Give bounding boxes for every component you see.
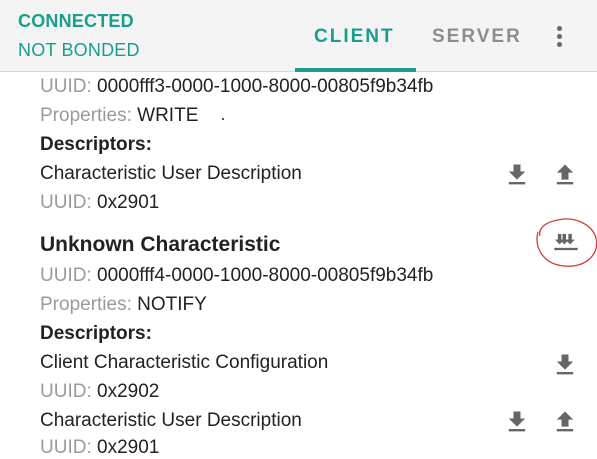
uuid-label: UUID: <box>40 76 92 97</box>
stray-dot <box>222 118 224 120</box>
uuid-label: UUID: <box>40 265 92 286</box>
char1-descriptor-uuid-row: UUID: 0x2901 <box>40 192 159 214</box>
char1-descriptor-name: Characteristic User Description <box>40 163 302 184</box>
bond-status: NOT BONDED <box>18 40 140 60</box>
char1-uuid: 0000fff3-0000-1000-8000-00805f9b34fb <box>97 76 434 97</box>
char1-descriptor-uuid: 0x2901 <box>97 192 160 213</box>
more-vert-icon[interactable] <box>550 24 570 50</box>
char2-descriptor-uuid-row: UUID: 0x2902 <box>40 381 159 403</box>
tab-server[interactable]: SERVER <box>432 26 522 48</box>
app-bar: CONNECTED NOT BONDED CLIENT SERVER <box>0 0 597 72</box>
char2-descriptor2-name: Characteristic User Description <box>40 410 302 431</box>
properties-label: Properties: <box>40 294 132 315</box>
char2-descriptor2-uuid: 0x2901 <box>97 437 160 458</box>
download-icon[interactable] <box>551 351 579 379</box>
char2-descriptor2-uuid-row: UUID: 0x2901 <box>40 437 159 459</box>
download-icon[interactable] <box>503 161 531 189</box>
properties-label: Properties: <box>40 105 132 126</box>
char2-descriptor-name: Client Characteristic Configuration <box>40 352 329 373</box>
char1-uuid-row: UUID: 0000fff3-0000-1000-8000-00805f9b34… <box>40 76 433 98</box>
upload-icon[interactable] <box>551 408 579 436</box>
char2-descriptor-uuid: 0x2902 <box>97 381 160 402</box>
tab-client[interactable]: CLIENT <box>314 26 395 48</box>
notify-multiple-download-icon[interactable] <box>552 228 580 256</box>
char2-uuid: 0000fff4-0000-1000-8000-00805f9b34fb <box>97 265 434 286</box>
uuid-label: UUID: <box>40 437 92 458</box>
char2-descriptors-heading: Descriptors: <box>40 323 152 344</box>
char1-properties-row: Properties: WRITE <box>40 105 198 127</box>
uuid-label: UUID: <box>40 192 92 213</box>
download-icon[interactable] <box>503 408 531 436</box>
uuid-label: UUID: <box>40 381 92 402</box>
upload-icon[interactable] <box>551 161 579 189</box>
connection-status: CONNECTED <box>18 11 134 31</box>
char2-uuid-row: UUID: 0000fff4-0000-1000-8000-00805f9b34… <box>40 265 433 287</box>
tab-indicator <box>295 68 416 72</box>
char2-properties: NOTIFY <box>137 294 207 315</box>
char2-title: Unknown Characteristic <box>40 233 281 256</box>
char1-properties: WRITE <box>137 105 199 126</box>
char2-properties-row: Properties: NOTIFY <box>40 294 207 316</box>
char1-descriptors-heading: Descriptors: <box>40 134 152 155</box>
